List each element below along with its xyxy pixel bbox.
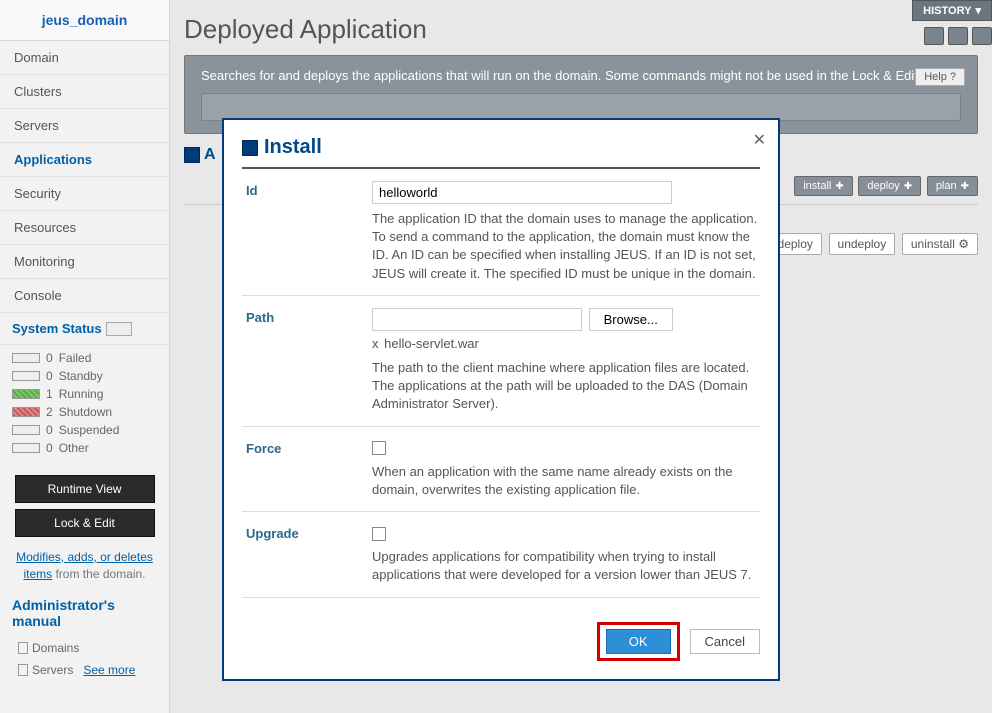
see-more-link[interactable]: See more — [83, 663, 135, 677]
xml-icon[interactable] — [948, 27, 968, 45]
history-button[interactable]: HISTORY ▾ — [912, 0, 992, 21]
close-icon[interactable]: ✕ — [753, 130, 766, 150]
refresh-icon[interactable] — [924, 27, 944, 45]
help-button[interactable]: Help ? — [915, 68, 965, 86]
plus-icon: ✚ — [904, 181, 912, 192]
nav-clusters[interactable]: Clusters — [0, 75, 169, 109]
row-id: Id The application ID that the domain us… — [242, 169, 760, 296]
id-desc: The application ID that the domain uses … — [372, 210, 760, 283]
nav-servers[interactable]: Servers — [0, 109, 169, 143]
file-name: hello-servlet.war — [384, 336, 479, 351]
nav-console[interactable]: Console — [0, 279, 169, 313]
path-desc: The path to the client machine where app… — [372, 359, 760, 414]
lock-edit-button[interactable]: Lock & Edit — [15, 509, 155, 537]
modify-hint: Modifies, adds, or deletes items from th… — [0, 543, 169, 589]
row-path: Path Browse... x hello-servlet.war The p… — [242, 296, 760, 427]
runtime-view-button[interactable]: Runtime View — [15, 475, 155, 503]
path-input[interactable] — [372, 308, 582, 331]
manual-servers[interactable]: Servers See more — [0, 659, 169, 681]
status-suspended: 0Suspended — [12, 421, 157, 439]
nav-domain[interactable]: Domain — [0, 41, 169, 75]
status-failed: 0Failed — [12, 349, 157, 367]
refresh-icon[interactable] — [106, 322, 132, 336]
nav-resources[interactable]: Resources — [0, 211, 169, 245]
label-force: Force — [242, 439, 372, 500]
plan-button[interactable]: plan✚ — [927, 176, 978, 196]
manual-title: Administrator's manual — [0, 589, 169, 637]
row-force: Force When an application with the same … — [242, 427, 760, 513]
cancel-button[interactable]: Cancel — [690, 629, 760, 654]
install-modal: ✕ Install Id The application ID that the… — [222, 118, 780, 681]
nav-security[interactable]: Security — [0, 177, 169, 211]
id-input[interactable] — [372, 181, 672, 204]
deploy-button[interactable]: deploy✚ — [858, 176, 921, 196]
install-button[interactable]: install✚ — [794, 176, 853, 196]
status-list: 0Failed 0Standby 1Running 2Shutdown 0Sus… — [0, 344, 169, 469]
status-other: 0Other — [12, 439, 157, 457]
gear-icon: ⚙ — [958, 237, 969, 251]
undeploy-button[interactable]: undeploy — [829, 233, 896, 255]
system-status-title: System Status — [0, 313, 169, 340]
uninstall-button[interactable]: uninstall ⚙ — [902, 233, 978, 255]
chevron-down-icon: ▾ — [975, 4, 981, 17]
export-icon[interactable] — [972, 27, 992, 45]
ok-button[interactable]: OK — [606, 629, 671, 654]
plus-icon: ✚ — [835, 181, 843, 192]
doc-icon — [18, 642, 28, 654]
plus-icon: ✚ — [961, 181, 969, 192]
label-upgrade: Upgrade — [242, 524, 372, 585]
remove-file-icon[interactable]: x — [372, 336, 379, 351]
force-desc: When an application with the same name a… — [372, 463, 760, 499]
domain-title[interactable]: jeus_domain — [0, 0, 169, 41]
status-running: 1Running — [12, 385, 157, 403]
browse-button[interactable]: Browse... — [589, 308, 673, 331]
label-path: Path — [242, 308, 372, 414]
doc-icon — [18, 664, 28, 676]
manual-domains[interactable]: Domains — [0, 637, 169, 659]
help-icon: ? — [950, 71, 956, 83]
page-title: Deployed Application — [184, 0, 978, 55]
status-standby: 0Standby — [12, 367, 157, 385]
square-icon — [184, 147, 200, 163]
upgrade-desc: Upgrades applications for compatibility … — [372, 548, 760, 584]
square-icon — [242, 140, 258, 156]
modal-title: Install — [242, 136, 760, 169]
row-upgrade: Upgrade Upgrades applications for compat… — [242, 512, 760, 598]
force-checkbox[interactable] — [372, 441, 386, 455]
nav-applications[interactable]: Applications — [0, 143, 169, 177]
ok-highlight: OK — [597, 622, 680, 661]
nav-monitoring[interactable]: Monitoring — [0, 245, 169, 279]
upgrade-checkbox[interactable] — [372, 527, 386, 541]
status-shutdown: 2Shutdown — [12, 403, 157, 421]
label-id: Id — [242, 181, 372, 283]
search-row[interactable] — [201, 93, 961, 121]
sidebar: jeus_domain Domain Clusters Servers Appl… — [0, 0, 170, 713]
